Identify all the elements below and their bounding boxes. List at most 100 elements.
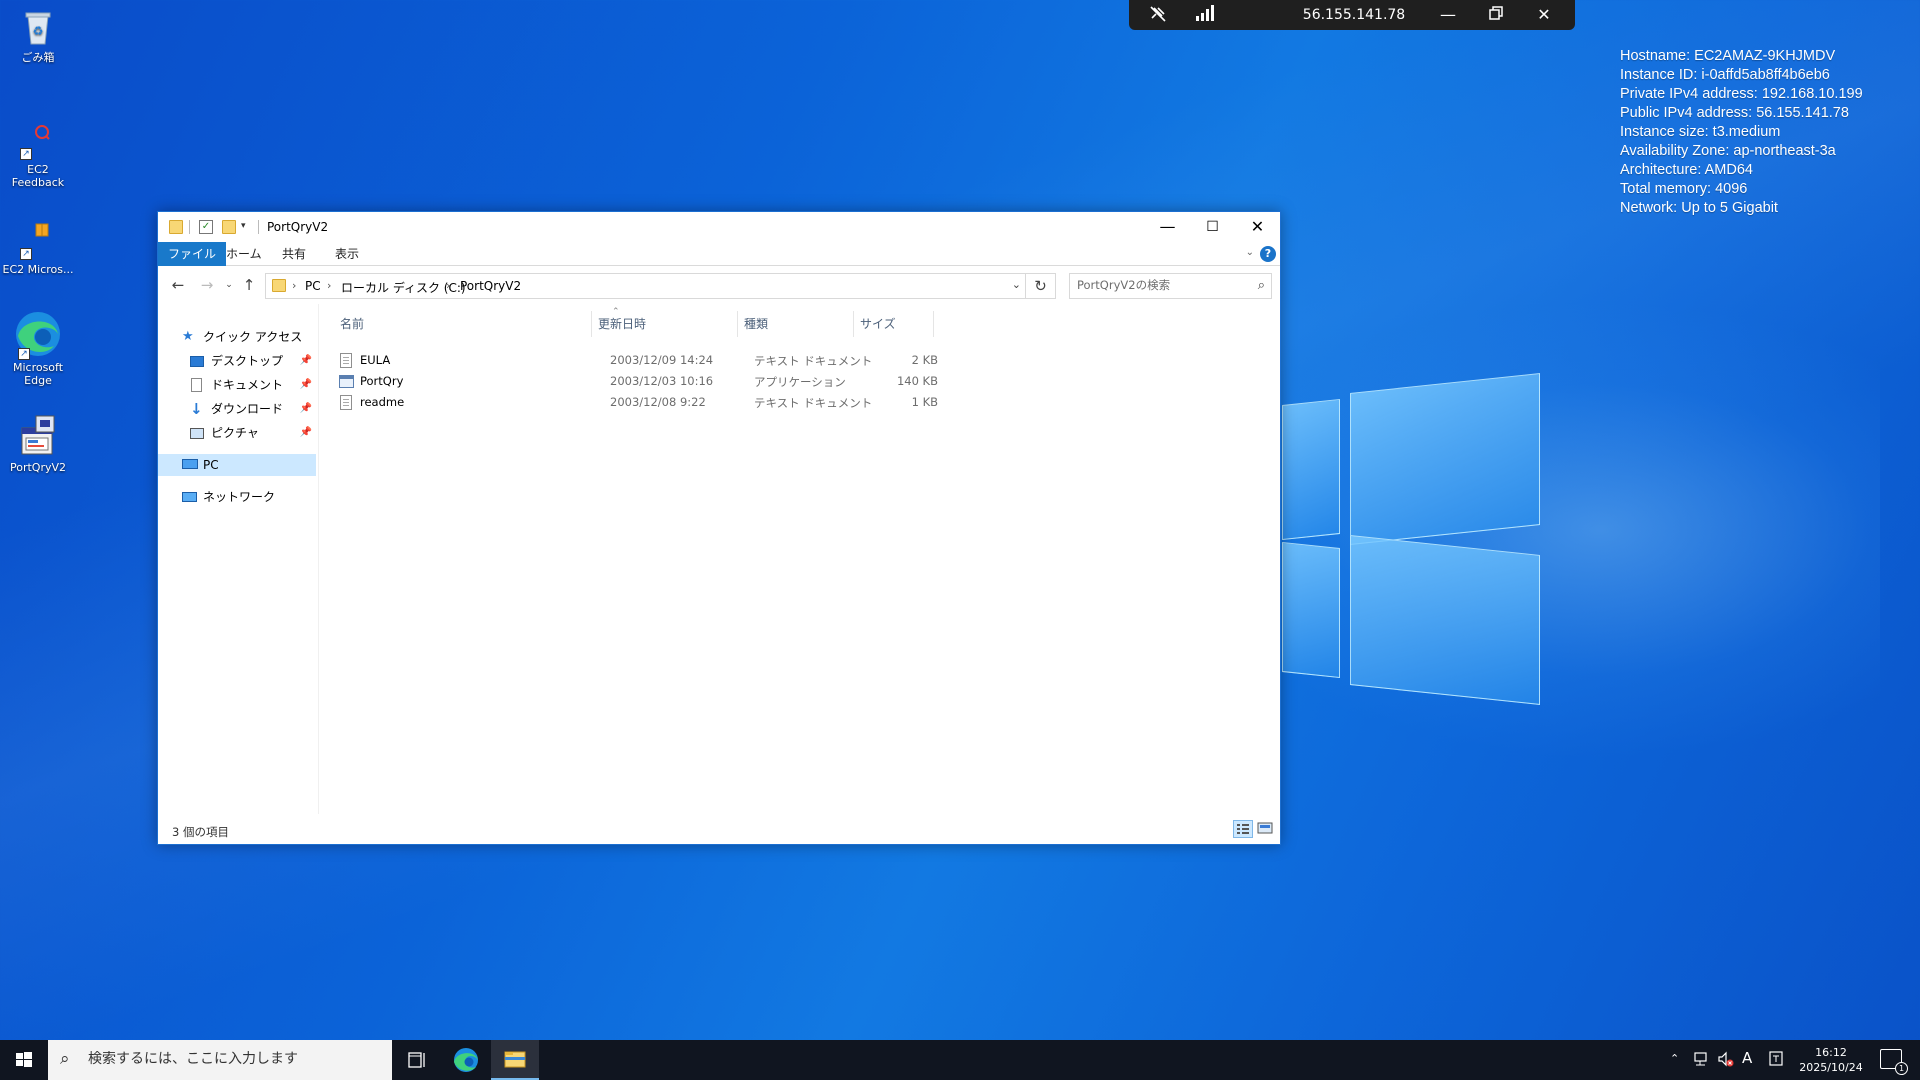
tray-overflow-icon[interactable]: ⌃	[1670, 1052, 1679, 1065]
star-icon: ★	[182, 329, 194, 344]
nav-item-label: ドキュメント	[211, 378, 284, 392]
signal-strength-icon[interactable]	[1193, 4, 1219, 26]
search-icon: ⌕	[60, 1049, 70, 1069]
taskbar-clock[interactable]: 16:12 2025/10/24	[1791, 1045, 1871, 1075]
wallpaper-logo-pane	[1282, 541, 1340, 679]
computer-icon	[182, 459, 198, 469]
wallpaper-logo-pane	[1350, 535, 1540, 705]
rdp-restore-button[interactable]	[1483, 4, 1509, 26]
recycle-bin-icon: ♻	[18, 8, 58, 48]
desktop-icon-label: EC2 Feedback	[11, 163, 65, 189]
nav-item-downloads[interactable]: ↓ ダウンロード 📌	[158, 398, 316, 420]
package-icon: ↗	[18, 220, 58, 260]
pin-icon[interactable]: 📌	[300, 398, 312, 420]
properties-icon[interactable]: ✓	[199, 220, 213, 234]
nav-item-network[interactable]: ネットワーク	[158, 486, 316, 508]
search-input[interactable]	[1077, 278, 1237, 292]
ime-indicator[interactable]: A	[1742, 1049, 1752, 1067]
network-icon[interactable]	[1693, 1050, 1711, 1072]
large-icons-view-button[interactable]	[1256, 820, 1276, 838]
refresh-button[interactable]: ↻	[1026, 273, 1056, 299]
recent-locations-icon[interactable]: ⌄	[219, 275, 239, 295]
new-folder-icon[interactable]	[222, 220, 236, 234]
wallpaper-logo-pane	[1350, 373, 1540, 545]
nav-item-pc[interactable]: PC	[158, 454, 316, 476]
pin-off-icon[interactable]	[1145, 4, 1171, 26]
desktop-icon-ec2-microsoft[interactable]: ↗ EC2 Micros...	[0, 220, 76, 276]
task-view-icon	[408, 1052, 425, 1068]
breadcrumb-pc[interactable]: PC	[305, 279, 321, 293]
desktop-icon-microsoft-edge[interactable]: ↗ Microsoft Edge	[0, 310, 76, 387]
breadcrumb-separator-icon: ›	[327, 279, 332, 292]
notification-count-badge: 1	[1895, 1062, 1908, 1075]
details-view-button[interactable]	[1233, 820, 1253, 838]
taskbar-search-input[interactable]	[88, 1051, 378, 1067]
rdp-minimize-button[interactable]: —	[1435, 4, 1461, 26]
nav-item-label: ダウンロード	[211, 402, 284, 416]
file-date: 2003/12/03 10:16	[610, 374, 714, 388]
text-file-icon	[340, 353, 352, 368]
ribbon-expand-icon[interactable]: ⌄	[1246, 247, 1254, 258]
minimize-button[interactable]: —	[1145, 212, 1190, 242]
tab-share[interactable]: 共有	[272, 242, 316, 266]
taskbar: ⌕ ⌃ A 16:12 2025/10/24 1	[0, 1040, 1920, 1080]
folder-icon	[272, 279, 286, 292]
up-button[interactable]: ↑	[239, 275, 259, 295]
maximize-button[interactable]: ☐	[1190, 212, 1235, 242]
navigation-bar: ← → ⌄ ↑ › PC › ローカル ディスク (C:) › PortQryV…	[158, 267, 1280, 303]
breadcrumb-portqryv2[interactable]: PortQryV2	[460, 279, 521, 293]
breadcrumb-separator-icon: ›	[446, 279, 451, 292]
taskbar-file-explorer[interactable]	[491, 1040, 539, 1080]
pin-icon[interactable]: 📌	[300, 422, 312, 444]
help-icon[interactable]: ?	[1260, 246, 1276, 262]
rdp-close-button[interactable]: ✕	[1531, 4, 1557, 26]
bginfo-instance-size: Instance size: t3.medium	[1620, 124, 1781, 140]
qat-dropdown-icon[interactable]: ▾	[241, 221, 246, 231]
nav-item-label: PC	[203, 458, 219, 472]
bginfo-availability-zone: Availability Zone: ap-northeast-3a	[1620, 143, 1836, 159]
nav-item-desktop[interactable]: デスクトップ 📌	[158, 350, 316, 372]
pin-icon[interactable]: 📌	[300, 374, 312, 396]
nav-item-pictures[interactable]: ピクチャ 📌	[158, 422, 316, 444]
pin-icon[interactable]: 📌	[300, 350, 312, 372]
desktop-icon-label: ごみ箱	[21, 51, 55, 64]
desktop-icon	[190, 356, 204, 367]
action-center-button[interactable]: 1	[1880, 1049, 1908, 1075]
column-header-name[interactable]: 名前	[334, 311, 592, 337]
title-bar[interactable]: ✓ ▾ PortQryV2 — ☐ ✕	[158, 212, 1280, 242]
search-icon[interactable]: ⌕	[1258, 278, 1265, 293]
file-row[interactable]: EULA 2003/12/09 14:24 テキスト ドキュメント 2 KB	[334, 350, 938, 371]
svg-text:♻: ♻	[33, 24, 44, 38]
feedback-icon: ↗	[18, 120, 58, 160]
search-box[interactable]: ⌕	[1069, 273, 1272, 299]
ime-pad-icon[interactable]	[1768, 1050, 1784, 1072]
taskbar-search[interactable]: ⌕	[48, 1040, 392, 1080]
desktop-icon-portqryv2[interactable]: PortQryV2	[0, 410, 76, 474]
start-button[interactable]	[0, 1040, 48, 1080]
desktop-icon-recycle-bin[interactable]: ♻ ごみ箱	[0, 8, 76, 64]
column-header-size[interactable]: サイズ	[854, 311, 934, 337]
column-header-type[interactable]: 種類	[738, 311, 854, 337]
file-row[interactable]: readme 2003/12/08 9:22 テキスト ドキュメント 1 KB	[334, 392, 938, 413]
breadcrumb-separator-icon: ›	[292, 279, 297, 292]
task-view-button[interactable]	[393, 1040, 441, 1080]
nav-item-label: ピクチャ	[211, 426, 259, 440]
file-type: アプリケーション	[754, 375, 846, 389]
chevron-down-icon[interactable]: ⌄	[1012, 278, 1021, 291]
address-bar[interactable]: › PC › ローカル ディスク (C:) › PortQryV2 ⌄	[265, 273, 1026, 299]
tab-view[interactable]: 表示	[325, 242, 369, 266]
taskbar-edge[interactable]	[442, 1040, 490, 1080]
file-row[interactable]: PortQry 2003/12/03 10:16 アプリケーション 140 KB	[334, 371, 938, 392]
close-button[interactable]: ✕	[1235, 212, 1280, 242]
file-size: 1 KB	[911, 395, 938, 409]
volume-muted-icon[interactable]	[1717, 1050, 1735, 1072]
nav-item-documents[interactable]: ドキュメント 📌	[158, 374, 316, 396]
column-header-date[interactable]: 更新日時	[592, 311, 738, 337]
tab-home[interactable]: ホーム	[216, 242, 272, 266]
pane-divider[interactable]	[318, 304, 319, 814]
desktop-icon-ec2-feedback[interactable]: ↗ EC2 Feedback	[0, 120, 76, 189]
back-button[interactable]: ←	[168, 275, 188, 295]
forward-button[interactable]: →	[197, 275, 217, 295]
edge-icon: ↗	[14, 310, 62, 360]
nav-quick-access[interactable]: ★ クイック アクセス	[158, 326, 316, 348]
